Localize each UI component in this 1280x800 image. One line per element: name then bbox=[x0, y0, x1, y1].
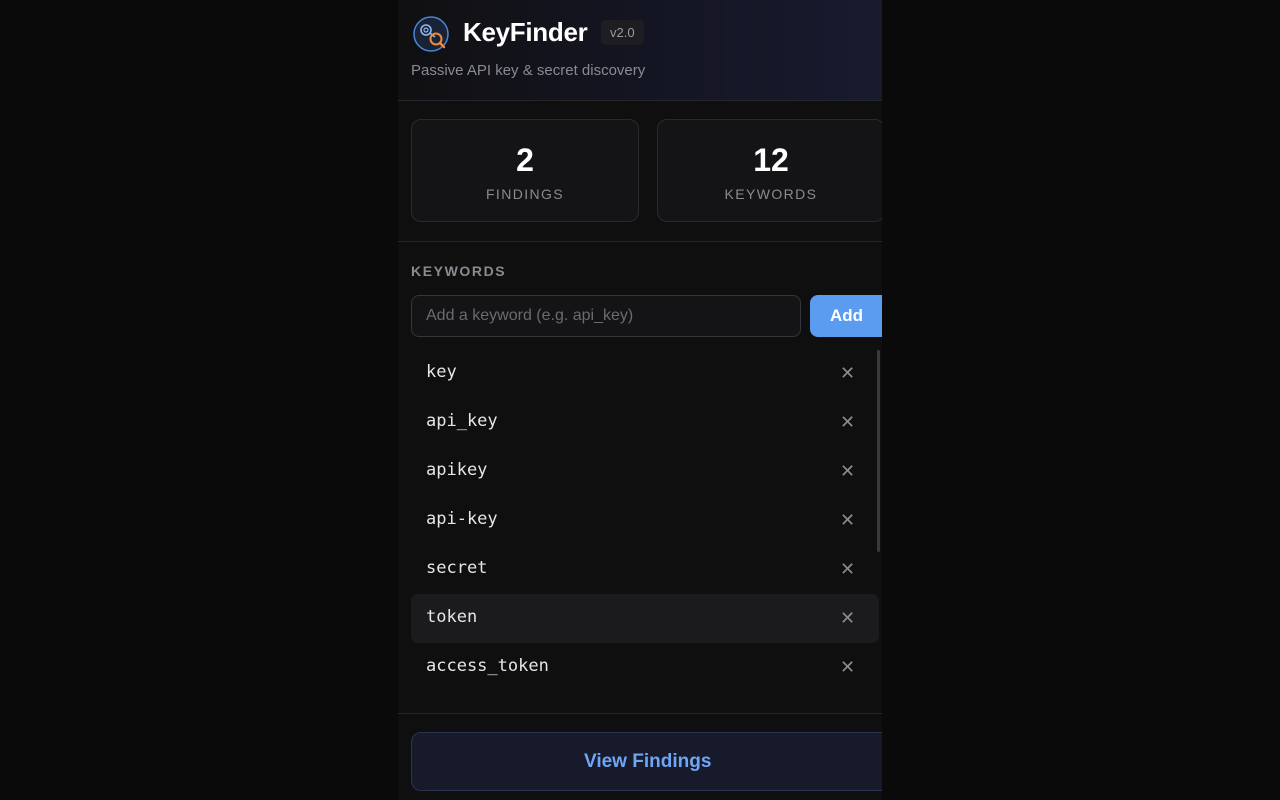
keyword-input[interactable] bbox=[411, 295, 801, 337]
keyword-label: access_token bbox=[426, 656, 549, 676]
keyword-item[interactable]: apikey ✕ bbox=[411, 447, 879, 496]
app-subtitle: Passive API key & secret discovery bbox=[411, 62, 646, 79]
keyfinder-popup: KeyFinder v2.0 Passive API key & secret … bbox=[398, 0, 882, 800]
keyword-label: token bbox=[426, 607, 478, 627]
version-badge: v2.0 bbox=[601, 20, 644, 45]
divider bbox=[398, 713, 882, 714]
keyword-item[interactable]: token ✕ bbox=[411, 594, 879, 643]
keywords-stat-card: 12 KEYWORDS bbox=[657, 119, 882, 222]
keyword-list-scrollbar[interactable] bbox=[877, 350, 880, 552]
divider bbox=[398, 241, 882, 242]
keyword-item[interactable]: secret ✕ bbox=[411, 545, 879, 594]
view-findings-button[interactable]: View Findings bbox=[411, 732, 882, 791]
app-title: KeyFinder bbox=[463, 17, 588, 47]
remove-keyword-icon[interactable]: ✕ bbox=[840, 608, 855, 628]
keywords-section-title: KEYWORDS bbox=[411, 263, 507, 279]
keyword-item[interactable]: access_token ✕ bbox=[411, 643, 879, 692]
magnifier-keys-icon bbox=[413, 16, 449, 52]
keyword-label: api_key bbox=[426, 411, 498, 431]
remove-keyword-icon[interactable]: ✕ bbox=[840, 657, 855, 677]
keyword-item[interactable]: key ✕ bbox=[411, 349, 879, 398]
remove-keyword-icon[interactable]: ✕ bbox=[840, 461, 855, 481]
keyword-item[interactable]: api-key ✕ bbox=[411, 496, 879, 545]
keyword-label: api-key bbox=[426, 509, 498, 529]
keyword-list: key ✕ api_key ✕ apikey ✕ api-key ✕ secre… bbox=[411, 349, 879, 692]
remove-keyword-icon[interactable]: ✕ bbox=[840, 363, 855, 383]
remove-keyword-icon[interactable]: ✕ bbox=[840, 510, 855, 530]
add-keyword-button[interactable]: Add bbox=[810, 295, 882, 337]
popup-header: KeyFinder v2.0 Passive API key & secret … bbox=[398, 0, 882, 101]
findings-count: 2 bbox=[516, 142, 534, 178]
keywords-count: 12 bbox=[753, 142, 789, 178]
findings-label: FINDINGS bbox=[485, 186, 565, 202]
keyword-item[interactable]: api_key ✕ bbox=[411, 398, 879, 447]
keyword-label: key bbox=[426, 362, 457, 382]
keywords-label: KEYWORDS bbox=[724, 186, 818, 202]
remove-keyword-icon[interactable]: ✕ bbox=[840, 412, 855, 432]
remove-keyword-icon[interactable]: ✕ bbox=[840, 559, 855, 579]
keyword-label: apikey bbox=[426, 460, 488, 480]
findings-stat-card: 2 FINDINGS bbox=[411, 119, 639, 222]
keyword-label: secret bbox=[426, 558, 488, 578]
